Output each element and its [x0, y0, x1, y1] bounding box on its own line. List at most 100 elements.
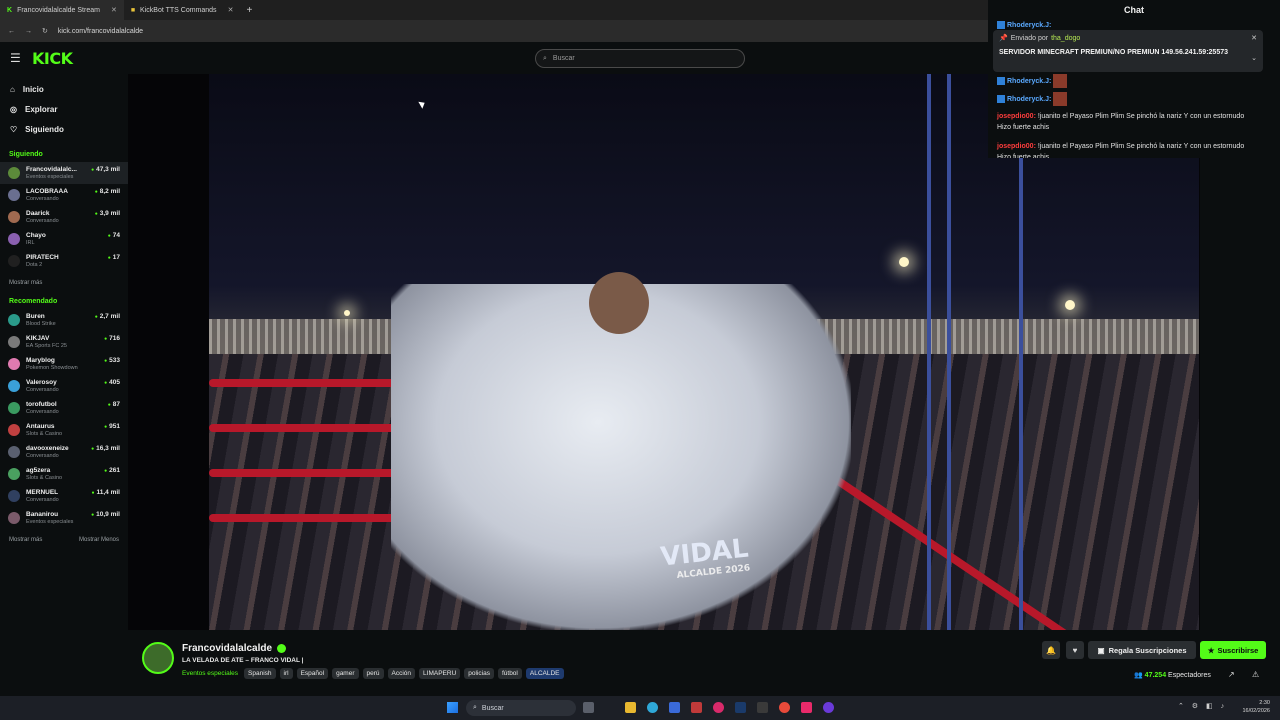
- app-icon[interactable]: [713, 702, 724, 713]
- sidebar-channel-item[interactable]: ValerosoyConversando 405: [0, 375, 128, 397]
- sidebar-item-siguiendo[interactable]: ♡ Siguiendo: [0, 119, 128, 139]
- sidebar-channel-item[interactable]: davooxeneizeConversando 16,3 mil: [0, 441, 128, 463]
- tiktok-icon[interactable]: [801, 702, 812, 713]
- sidebar-item-explorar[interactable]: ◎ Explorar: [0, 99, 128, 119]
- tag-chip[interactable]: policias: [464, 668, 494, 679]
- show-more-link[interactable]: Mostrar más: [9, 280, 42, 286]
- taskbar: [0, 696, 1280, 720]
- viewer-count: 716: [104, 335, 120, 342]
- taskbar-search-placeholder: Buscar: [481, 704, 504, 712]
- windows-start-icon[interactable]: [447, 702, 458, 713]
- channel-name[interactable]: Francovidalalcalde: [182, 643, 272, 654]
- sidebar-channel-item[interactable]: LACOBRAAAConversando 8,2 mil: [0, 184, 128, 206]
- tag-chip[interactable]: perú: [362, 668, 384, 679]
- search-input[interactable]: ⌕ Buscar: [535, 49, 745, 68]
- app-icon[interactable]: [757, 702, 768, 713]
- top-nav: ☰ KICK: [0, 42, 988, 74]
- chat-username[interactable]: Rhoderyck.J:: [1007, 96, 1051, 103]
- tag-chip[interactable]: Acción: [387, 668, 416, 679]
- sidebar-channel-item[interactable]: ChayoIRL 74: [0, 228, 128, 250]
- unpin-icon[interactable]: ✕: [1251, 34, 1257, 42]
- clock-time: 2:30: [1259, 700, 1270, 706]
- gift-subs-button[interactable]: ▣ Regala Suscripciones: [1088, 641, 1196, 659]
- clock[interactable]: 2:30 16/02/2026: [1242, 699, 1270, 715]
- chrome-icon[interactable]: [779, 702, 790, 713]
- close-tab-icon[interactable]: ✕: [228, 6, 234, 14]
- url-field[interactable]: kick.com/francovidalalcalde: [58, 28, 143, 35]
- back-icon[interactable]: ←: [8, 28, 15, 35]
- tag-chip[interactable]: Español: [296, 668, 329, 679]
- pinned-username[interactable]: tha_dogo: [1051, 35, 1080, 42]
- app-icon[interactable]: [823, 702, 834, 713]
- file-explorer-icon[interactable]: [625, 702, 636, 713]
- edge-icon[interactable]: [647, 702, 658, 713]
- viewer-count: 2,7 mil: [95, 313, 120, 320]
- avatar: [8, 402, 20, 414]
- sidebar-channel-item[interactable]: ag5zeraSlots & Casino 261: [0, 463, 128, 485]
- task-view-icon[interactable]: [583, 702, 594, 713]
- sidebar-channel-item[interactable]: MERNUELConversando 11,4 mil: [0, 485, 128, 507]
- media-icon[interactable]: [691, 702, 702, 713]
- forward-icon[interactable]: →: [25, 28, 32, 35]
- chat-username[interactable]: Rhoderyck.J:: [1007, 22, 1051, 29]
- chevron-down-icon[interactable]: ⌄: [1251, 54, 1257, 62]
- channel-avatar[interactable]: [142, 642, 174, 674]
- chat-username[interactable]: josepdio00:: [997, 113, 1036, 120]
- sidebar-channel-item[interactable]: AntaurusSlots & Casino 951: [0, 419, 128, 441]
- avatar: [8, 211, 20, 223]
- tag-chip[interactable]: fútbol: [497, 668, 522, 679]
- steam-icon[interactable]: [735, 702, 746, 713]
- tag-chip[interactable]: irl: [279, 668, 293, 679]
- channel-text: Francovidalalc... Eventos especiales: [26, 166, 77, 180]
- category-link[interactable]: Eventos especiales: [182, 670, 238, 677]
- report-icon[interactable]: ⚠: [1252, 670, 1259, 679]
- chat-username[interactable]: Rhoderyck.J:: [1007, 78, 1051, 85]
- viewer-count: 87: [108, 401, 120, 408]
- channel-category: EA Sports FC 25: [26, 343, 67, 349]
- viewer-count: 951: [104, 423, 120, 430]
- search-icon: ⌕: [473, 704, 477, 711]
- share-icon[interactable]: ↗: [1228, 670, 1235, 679]
- store-icon[interactable]: [669, 702, 680, 713]
- avatar: [8, 233, 20, 245]
- sidebar-channel-item[interactable]: DaarickConversando 3,9 mil: [0, 206, 128, 228]
- kick-logo[interactable]: KICK: [32, 49, 73, 68]
- sidebar-channel-item[interactable]: Francovidalalc...Eventos especiales 47,3 …: [0, 162, 128, 184]
- notification-button[interactable]: 🔔: [1042, 641, 1060, 659]
- tag-chip[interactable]: gamer: [332, 668, 359, 679]
- show-more-link[interactable]: Mostrar más: [9, 537, 42, 543]
- avatar: [8, 314, 20, 326]
- tag-chip[interactable]: Spanish: [244, 668, 276, 679]
- taskbar-search[interactable]: ⌕ Buscar: [466, 700, 576, 716]
- recommended-section-title: Recomendado: [9, 298, 58, 305]
- sidebar-channel-item[interactable]: BurenBlood Strike 2,7 mil: [0, 309, 128, 331]
- show-less-link[interactable]: Mostrar Menos: [79, 537, 119, 543]
- badge-icon: [997, 77, 1005, 85]
- new-tab-button[interactable]: +: [246, 5, 252, 16]
- viewer-label: Espectadores: [1168, 672, 1211, 679]
- avatar: [8, 446, 20, 458]
- subscribe-button[interactable]: ★ Suscribirse: [1200, 641, 1266, 659]
- follow-button[interactable]: ♥: [1066, 641, 1084, 659]
- sidebar-channel-item[interactable]: torofutbolConversando 87: [0, 397, 128, 419]
- sidebar-item-inicio[interactable]: ⌂ Inicio: [0, 79, 128, 99]
- system-tray[interactable]: ⌃ ⚙ ◧ ♪: [1178, 702, 1227, 710]
- channel-name: Valerosoy: [26, 379, 57, 386]
- reload-icon[interactable]: ↻: [42, 27, 48, 35]
- browser-tab-kick[interactable]: K Francovidalalcalde Stream ✕: [0, 0, 124, 20]
- chat-username[interactable]: josepdio00:: [997, 143, 1036, 150]
- close-tab-icon[interactable]: ✕: [111, 6, 117, 14]
- tag-chip[interactable]: ALCALDE: [525, 668, 564, 679]
- sidebar-channel-item[interactable]: MaryblogPokemon Showdown 533: [0, 353, 128, 375]
- browser-tab-kickbot[interactable]: ■ KickBot TTS Commands ✕: [124, 0, 241, 20]
- tag-chip[interactable]: LIMAPERU: [419, 668, 461, 679]
- channel-name: KIKJAV: [26, 335, 50, 342]
- chat-message: Rhoderyck.J:: [997, 74, 1259, 88]
- sidebar-channel-item[interactable]: PIRATECHDota 2 17: [0, 250, 128, 272]
- pinned-message[interactable]: 📌 Enviado por tha_dogo SERVIDOR MINECRAF…: [993, 30, 1263, 72]
- chat-header: Chat: [988, 0, 1280, 20]
- sidebar-channel-item[interactable]: BananirouEventos especiales 10,9 mil: [0, 507, 128, 529]
- menu-icon[interactable]: ☰: [10, 51, 22, 65]
- channel-category: Conversando: [26, 409, 59, 415]
- sidebar-channel-item[interactable]: KIKJAVEA Sports FC 25 716: [0, 331, 128, 353]
